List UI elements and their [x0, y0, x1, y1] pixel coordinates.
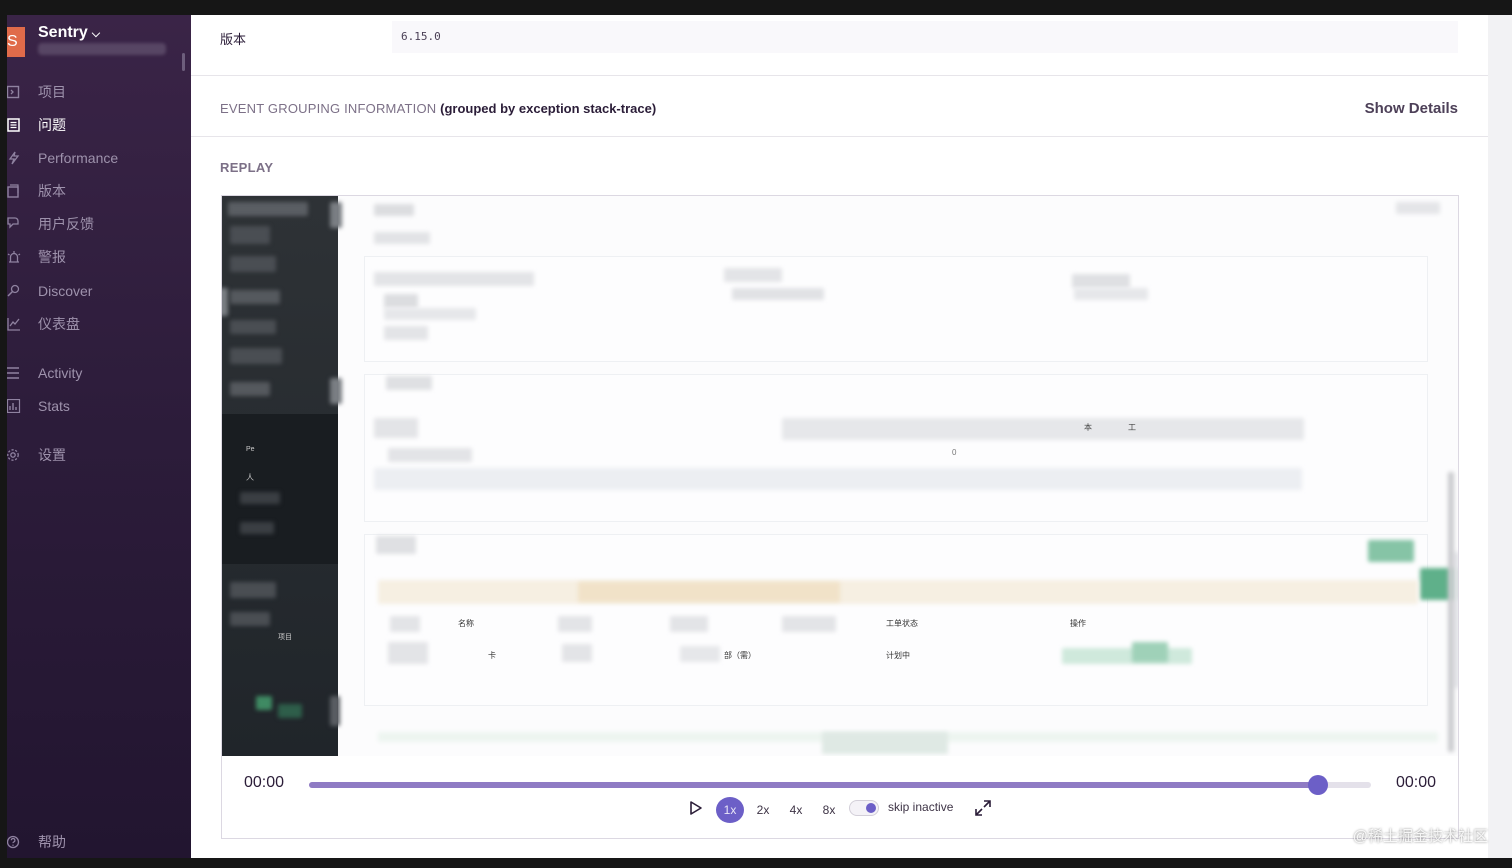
replay-app-sidebar: Pe 人 项目: [222, 196, 342, 756]
grouping-title: EVENT GROUPING INFORMATION (grouped by e…: [220, 101, 657, 116]
grouping-detail: (grouped by exception stack-trace): [440, 101, 657, 116]
expand-icon: [975, 800, 991, 816]
replay-cell: 0: [952, 448, 957, 457]
releases-icon: [7, 181, 27, 201]
settings-icon: [7, 445, 27, 465]
tag-value[interactable]: 6.15.0: [392, 21, 1458, 53]
replay-side-label: 人: [246, 473, 254, 482]
sidebar-item-stats[interactable]: Stats: [7, 391, 191, 421]
replay-column-action: 操作: [1070, 619, 1086, 628]
replay-player: Pe 人 项目 本 工 0 名称 工单状态 操作 卡 部（需） 计划中 00:0…: [221, 195, 1459, 839]
sidebar-item-label: Performance: [38, 150, 119, 166]
replay-column-name: 名称: [458, 619, 474, 628]
sidebar-item-label: 项目: [38, 84, 66, 100]
speed-1x-button[interactable]: 1x: [716, 797, 744, 823]
sidebar-item-label: 问题: [38, 117, 66, 133]
replay-side-label: 项目: [278, 634, 292, 641]
timeline-progress: [309, 782, 1318, 788]
sidebar-item-dashboards[interactable]: 仪表盘: [7, 309, 191, 339]
replay-cell: 部（需）: [724, 651, 756, 660]
skip-inactive-toggle[interactable]: [849, 800, 879, 816]
sidebar-item-label: 版本: [38, 183, 66, 199]
user-feedback-icon: [7, 214, 27, 234]
replay-timeline[interactable]: [309, 775, 1371, 795]
sidebar-item-label: 帮助: [38, 834, 66, 850]
page-scrollbar[interactable]: [1488, 15, 1512, 858]
sidebar-item-issues[interactable]: 问题: [7, 110, 191, 140]
org-switcher[interactable]: S Sentry ⌵: [7, 15, 191, 71]
replay-header-cell: 工: [1128, 423, 1136, 432]
sidebar-item-label: 用户反馈: [38, 216, 94, 232]
replay-side-label: Pe: [246, 446, 255, 453]
speed-2x-button[interactable]: 2x: [752, 797, 774, 823]
stats-icon: [7, 396, 27, 416]
discover-icon: [7, 281, 27, 301]
watermark: @稀土掘金技术社区: [1352, 828, 1488, 845]
replay-cell: 卡: [488, 651, 496, 660]
replay-viewport[interactable]: Pe 人 项目 本 工 0 名称 工单状态 操作 卡 部（需） 计划中: [222, 196, 1458, 756]
tag-key: 版本: [220, 32, 247, 47]
sidebar-item-alerts[interactable]: 警报: [7, 242, 191, 272]
play-button[interactable]: [688, 798, 704, 818]
sidebar-item-label: 设置: [38, 447, 66, 463]
replay-controls: 00:00 00:00 1x 2x 4x 8x skip inactive: [222, 756, 1458, 838]
event-details-main: 版本 6.15.0 EVENT GROUPING INFORMATION (gr…: [191, 15, 1488, 858]
project-icon: [7, 82, 27, 102]
skip-inactive-label: skip inactive: [888, 800, 954, 814]
replay-column-status: 工单状态: [886, 619, 918, 628]
sidebar-item-label: Discover: [38, 283, 93, 299]
sidebar-item-performance[interactable]: Performance: [7, 143, 191, 173]
playback-controls: 1x 2x 4x 8x skip inactive: [222, 794, 1458, 824]
sidebar-item-label: Stats: [38, 398, 70, 414]
speed-4x-button[interactable]: 4x: [785, 797, 807, 823]
sidebar-item-releases[interactable]: 版本: [7, 176, 191, 206]
chevron-down-icon: ⌵: [91, 28, 101, 40]
top-bar: [0, 0, 1512, 15]
toggle-knob: [866, 803, 876, 813]
performance-icon: [7, 148, 27, 168]
sidebar-item-discover[interactable]: Discover: [7, 276, 191, 306]
sidebar-item-settings[interactable]: 设置: [7, 440, 191, 470]
replay-section-title: REPLAY: [220, 160, 274, 175]
current-time: 00:00: [244, 774, 285, 791]
sidebar-item-label: 仪表盘: [38, 316, 80, 332]
replay-header-cell: 本: [1084, 423, 1092, 432]
timeline-scrubber-handle[interactable]: [1307, 775, 1328, 795]
sidebar-item-label: Activity: [38, 365, 83, 381]
tag-row-version: 版本 6.15.0: [191, 15, 1488, 76]
org-name: Sentry ⌵: [38, 24, 101, 41]
sidebar-item-activity[interactable]: Activity: [7, 358, 191, 388]
total-time: 00:00: [1395, 774, 1436, 791]
play-icon: [690, 801, 702, 815]
activity-icon: [7, 363, 27, 383]
alerts-icon: [7, 247, 27, 267]
sidebar-scrollbar[interactable]: [182, 53, 185, 71]
org-avatar: S: [7, 27, 25, 57]
org-subtitle-blurred: [38, 43, 166, 55]
bottom-bar: [0, 858, 1512, 868]
help-icon: [7, 832, 27, 852]
speed-8x-button[interactable]: 8x: [818, 797, 840, 823]
sidebar: S Sentry ⌵ 项目 问题 Performance 版本 用户反馈 警报 D…: [7, 15, 191, 858]
sidebar-item-help[interactable]: 帮助: [7, 827, 191, 857]
event-grouping-section: EVENT GROUPING INFORMATION (grouped by e…: [191, 76, 1488, 137]
show-details-button[interactable]: Show Details: [1365, 100, 1458, 117]
sidebar-item-user-feedback[interactable]: 用户反馈: [7, 209, 191, 239]
issues-icon: [7, 115, 27, 135]
replay-cell-status: 计划中: [886, 651, 910, 660]
fullscreen-button[interactable]: [974, 799, 992, 817]
sidebar-item-projects[interactable]: 项目: [7, 77, 191, 107]
sidebar-item-label: 警报: [38, 249, 66, 265]
dashboards-icon: [7, 314, 27, 334]
